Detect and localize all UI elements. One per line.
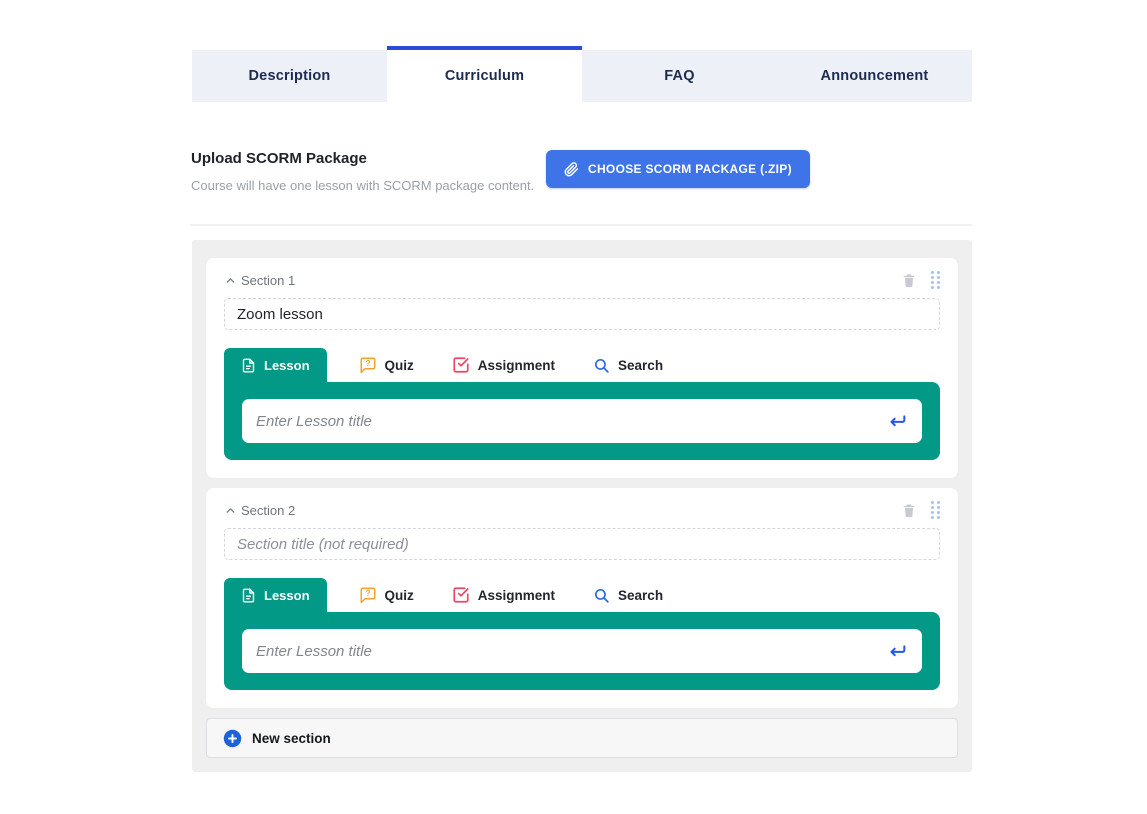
new-section-button[interactable]: New section: [206, 718, 958, 758]
lesson-document-icon: [241, 588, 256, 603]
quiz-question-bubble-icon: ?: [359, 586, 377, 604]
enter-return-icon[interactable]: [886, 410, 908, 432]
content-tab-assignment[interactable]: Assignment: [446, 578, 561, 612]
content-tab-quiz[interactable]: ? Quiz: [353, 578, 420, 612]
content-type-tabs: Lesson ? Quiz Assignment: [224, 578, 940, 612]
section-divider: [190, 224, 972, 226]
tab-faq[interactable]: FAQ: [582, 50, 777, 102]
section-label: Section 2: [241, 503, 295, 518]
enter-return-icon[interactable]: [886, 640, 908, 662]
choose-scorm-package-button[interactable]: CHOOSE SCORM PACKAGE (.ZIP): [546, 150, 810, 188]
content-tab-lesson[interactable]: Lesson: [224, 348, 327, 382]
scorm-title: Upload SCORM Package: [191, 150, 367, 167]
content-tab-search-label: Search: [618, 358, 663, 373]
section-2-header: Section 2: [224, 500, 940, 520]
section-label: Section 1: [241, 273, 295, 288]
tab-curriculum[interactable]: Curriculum: [387, 50, 582, 102]
content-tab-quiz-label: Quiz: [385, 588, 414, 603]
lesson-entry-panel: [224, 612, 940, 690]
search-icon: [593, 587, 610, 604]
collapse-chevron-icon[interactable]: [224, 274, 237, 287]
drag-handle-icon[interactable]: [931, 271, 940, 289]
delete-section-icon[interactable]: [901, 502, 917, 519]
lesson-document-icon: [241, 358, 256, 373]
content-tab-quiz[interactable]: ? Quiz: [353, 348, 420, 382]
choose-scorm-package-label: CHOOSE SCORM PACKAGE (.ZIP): [588, 162, 792, 176]
tab-description[interactable]: Description: [192, 50, 387, 102]
lesson-entry-panel: [224, 382, 940, 460]
section-card-2: Section 2 Lesson: [206, 488, 958, 708]
lesson-title-input[interactable]: [242, 399, 922, 443]
content-tab-lesson-label: Lesson: [264, 588, 310, 603]
paperclip-icon: [564, 162, 579, 177]
section-card-1: Section 1 Lesson: [206, 258, 958, 478]
section-title-input[interactable]: [224, 528, 940, 560]
svg-text:?: ?: [365, 589, 370, 598]
content-tab-search-label: Search: [618, 588, 663, 603]
assignment-check-square-icon: [452, 586, 470, 604]
curriculum-builder-panel: Section 1 Lesson: [192, 240, 972, 772]
assignment-check-square-icon: [452, 356, 470, 374]
content-tab-lesson[interactable]: Lesson: [224, 578, 327, 612]
tab-announcement[interactable]: Announcement: [777, 50, 972, 102]
content-tab-assignment[interactable]: Assignment: [446, 348, 561, 382]
section-title-input[interactable]: [224, 298, 940, 330]
content-tab-lesson-label: Lesson: [264, 358, 310, 373]
course-builder-page: Description Curriculum FAQ Announcement …: [0, 0, 1147, 814]
lesson-title-input[interactable]: [242, 629, 922, 673]
svg-text:?: ?: [365, 359, 370, 368]
course-tabbar: Description Curriculum FAQ Announcement: [192, 50, 972, 102]
content-tab-assignment-label: Assignment: [478, 358, 555, 373]
content-type-tabs: Lesson ? Quiz Assignment: [224, 348, 940, 382]
content-tab-search[interactable]: Search: [587, 578, 669, 612]
content-tab-quiz-label: Quiz: [385, 358, 414, 373]
new-section-label: New section: [252, 731, 331, 746]
section-1-header: Section 1: [224, 270, 940, 290]
scorm-subtitle: Course will have one lesson with SCORM p…: [191, 178, 534, 193]
delete-section-icon[interactable]: [901, 272, 917, 289]
drag-handle-icon[interactable]: [931, 501, 940, 519]
content-tab-assignment-label: Assignment: [478, 588, 555, 603]
collapse-chevron-icon[interactable]: [224, 504, 237, 517]
quiz-question-bubble-icon: ?: [359, 356, 377, 374]
content-tab-search[interactable]: Search: [587, 348, 669, 382]
search-icon: [593, 357, 610, 374]
plus-circle-icon: [223, 729, 242, 748]
